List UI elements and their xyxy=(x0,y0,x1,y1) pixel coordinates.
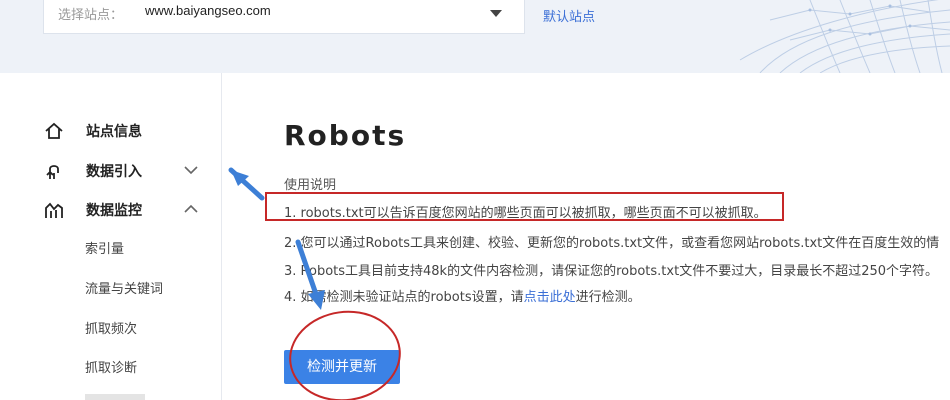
site-selector-label: 选择站点： xyxy=(58,8,124,23)
instruction-text: 4. 如需检测未验证站点的robots设置，请 xyxy=(284,290,524,305)
data-import-icon xyxy=(46,165,59,179)
site-selector-value: www.baiyangseo.com xyxy=(145,3,271,18)
sidebar-subitem-crawl-frequency[interactable]: 抓取频次 xyxy=(85,318,137,337)
instruction-item-4: 4. 如需检测未验证站点的robots设置，请点击此处进行检测。 xyxy=(284,286,641,305)
instruction-text: 进行检测。 xyxy=(575,290,641,305)
chart-icon xyxy=(45,202,63,218)
annotation-highlight-box xyxy=(265,192,784,221)
main-content: Robots 使用说明 1. robots.txt可以告诉百度您网站的哪些页面可… xyxy=(222,73,950,400)
click-here-link[interactable]: 点击此处 xyxy=(524,290,576,305)
default-site-link[interactable]: 默认站点 xyxy=(543,6,595,25)
sidebar-item-label: 站点信息 xyxy=(86,124,142,140)
sidebar: 站点信息 数据引入 数据监控 索引量 流量与关键词 抓取频次 抓取诊断 xyxy=(0,73,222,400)
sidebar-subitem-index[interactable]: 索引量 xyxy=(85,238,124,257)
sidebar-subitem-crawl-diagnosis[interactable]: 抓取诊断 xyxy=(85,357,137,376)
sidebar-subitem-traffic-keywords[interactable]: 流量与关键词 xyxy=(85,278,163,297)
sidebar-item-site-info[interactable]: 站点信息 xyxy=(0,116,221,146)
sidebar-item-label: 数据引入 xyxy=(86,164,142,180)
check-and-update-button[interactable]: 检测并更新 xyxy=(284,350,400,384)
instruction-item-2: 2. 您可以通过Robots工具来创建、校验、更新您的robots.txt文件，… xyxy=(284,236,940,251)
sidebar-item-data-monitor[interactable]: 数据监控 xyxy=(0,195,221,225)
sidebar-subitem-cut-off xyxy=(85,394,145,400)
page-title: Robots xyxy=(284,119,407,152)
globe-decoration-icon xyxy=(739,0,950,73)
caret-down-icon[interactable] xyxy=(490,10,502,17)
sidebar-item-data-import[interactable]: 数据引入 xyxy=(0,156,221,186)
site-selector[interactable]: 选择站点： www.baiyangseo.com xyxy=(43,0,525,34)
sidebar-item-label: 数据监控 xyxy=(86,203,142,219)
chevron-up-icon[interactable] xyxy=(183,203,199,215)
chevron-down-icon[interactable] xyxy=(183,164,199,176)
section-title: 使用说明 xyxy=(284,178,337,193)
home-icon xyxy=(45,122,63,139)
instruction-item-3: 3. Robots工具目前支持48k的文件内容检测，请保证您的robots.tx… xyxy=(284,264,939,279)
top-banner: 选择站点： www.baiyangseo.com 默认站点 xyxy=(0,0,950,73)
